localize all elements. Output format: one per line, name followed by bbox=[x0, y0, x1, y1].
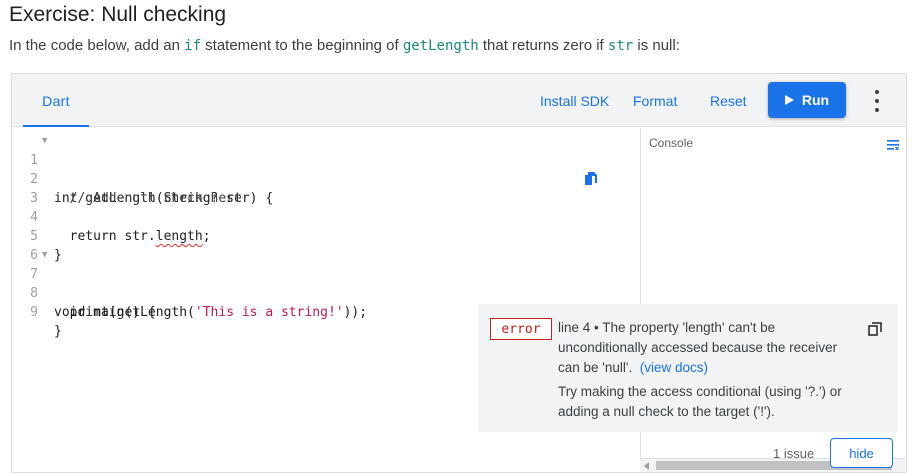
intro-text-2: statement to the beginning of bbox=[201, 37, 403, 54]
console-label: Console bbox=[649, 136, 694, 150]
copy-icon[interactable] bbox=[868, 322, 882, 336]
dartpad-embed: Dart Install SDK Format Reset Run 1 ▼ in… bbox=[11, 73, 907, 473]
code-line: 1 ▼ int getLength(String? str) { bbox=[12, 132, 632, 206]
intro-text-1: In the code below, add an bbox=[9, 37, 185, 54]
issue-hint: Try making the access conditional (using… bbox=[558, 384, 842, 419]
clear-console-icon[interactable] bbox=[887, 140, 899, 150]
run-label: Run bbox=[801, 92, 830, 108]
intro-code-str: str bbox=[607, 38, 634, 54]
code-line: 6 bbox=[12, 227, 632, 263]
issue-count: 1 issue bbox=[773, 446, 815, 461]
line-number: 9 bbox=[30, 305, 38, 320]
fold-arrow-icon[interactable]: ▼ bbox=[42, 246, 47, 265]
intro-code-if: if bbox=[184, 38, 201, 54]
code-line: 8 print(getLength('This is a string!')); bbox=[12, 265, 632, 320]
issues-panel: error line 4 • The property 'length' can… bbox=[478, 304, 898, 432]
copy-code-icon[interactable] bbox=[582, 171, 598, 187]
code-line: 5 } bbox=[12, 208, 632, 263]
intro-text-4: is null: bbox=[633, 37, 680, 54]
more-options-icon[interactable] bbox=[870, 90, 884, 112]
code-text: print(getLength('This is a string!')); bbox=[54, 305, 368, 320]
play-icon bbox=[784, 95, 794, 105]
code-line: 3 bbox=[12, 170, 632, 206]
tab-dart[interactable]: Dart bbox=[23, 74, 89, 127]
exercise-instructions: In the code below, add an if statement t… bbox=[9, 37, 680, 54]
code-line: 4 return str.length; bbox=[12, 189, 632, 244]
install-sdk-button[interactable]: Install SDK bbox=[540, 74, 609, 127]
code-text: } bbox=[54, 324, 62, 339]
intro-text-3: that returns zero if bbox=[478, 37, 608, 54]
hide-issues-button[interactable]: hide bbox=[830, 438, 893, 468]
issue-message: line 4 • The property 'length' can't be … bbox=[558, 320, 838, 375]
error-badge: error bbox=[490, 318, 552, 340]
toolbar: Dart Install SDK Format Reset Run bbox=[12, 74, 906, 127]
reset-button[interactable]: Reset bbox=[710, 74, 747, 127]
view-docs-link[interactable]: (view docs) bbox=[640, 360, 708, 375]
page-title: Exercise: Null checking bbox=[9, 3, 227, 26]
intro-code-getlength: getLength bbox=[402, 38, 479, 54]
code-line: 2 // Add null check here bbox=[12, 151, 632, 206]
code-line: 9 } bbox=[12, 284, 632, 339]
code-line: 7 ▼ void main() { bbox=[12, 246, 632, 320]
run-button[interactable]: Run bbox=[768, 82, 846, 118]
format-button[interactable]: Format bbox=[633, 74, 677, 127]
string-literal: 'This is a string!' bbox=[194, 305, 344, 320]
fold-arrow-icon[interactable]: ▼ bbox=[42, 132, 47, 151]
scroll-left-icon[interactable] bbox=[644, 462, 649, 470]
